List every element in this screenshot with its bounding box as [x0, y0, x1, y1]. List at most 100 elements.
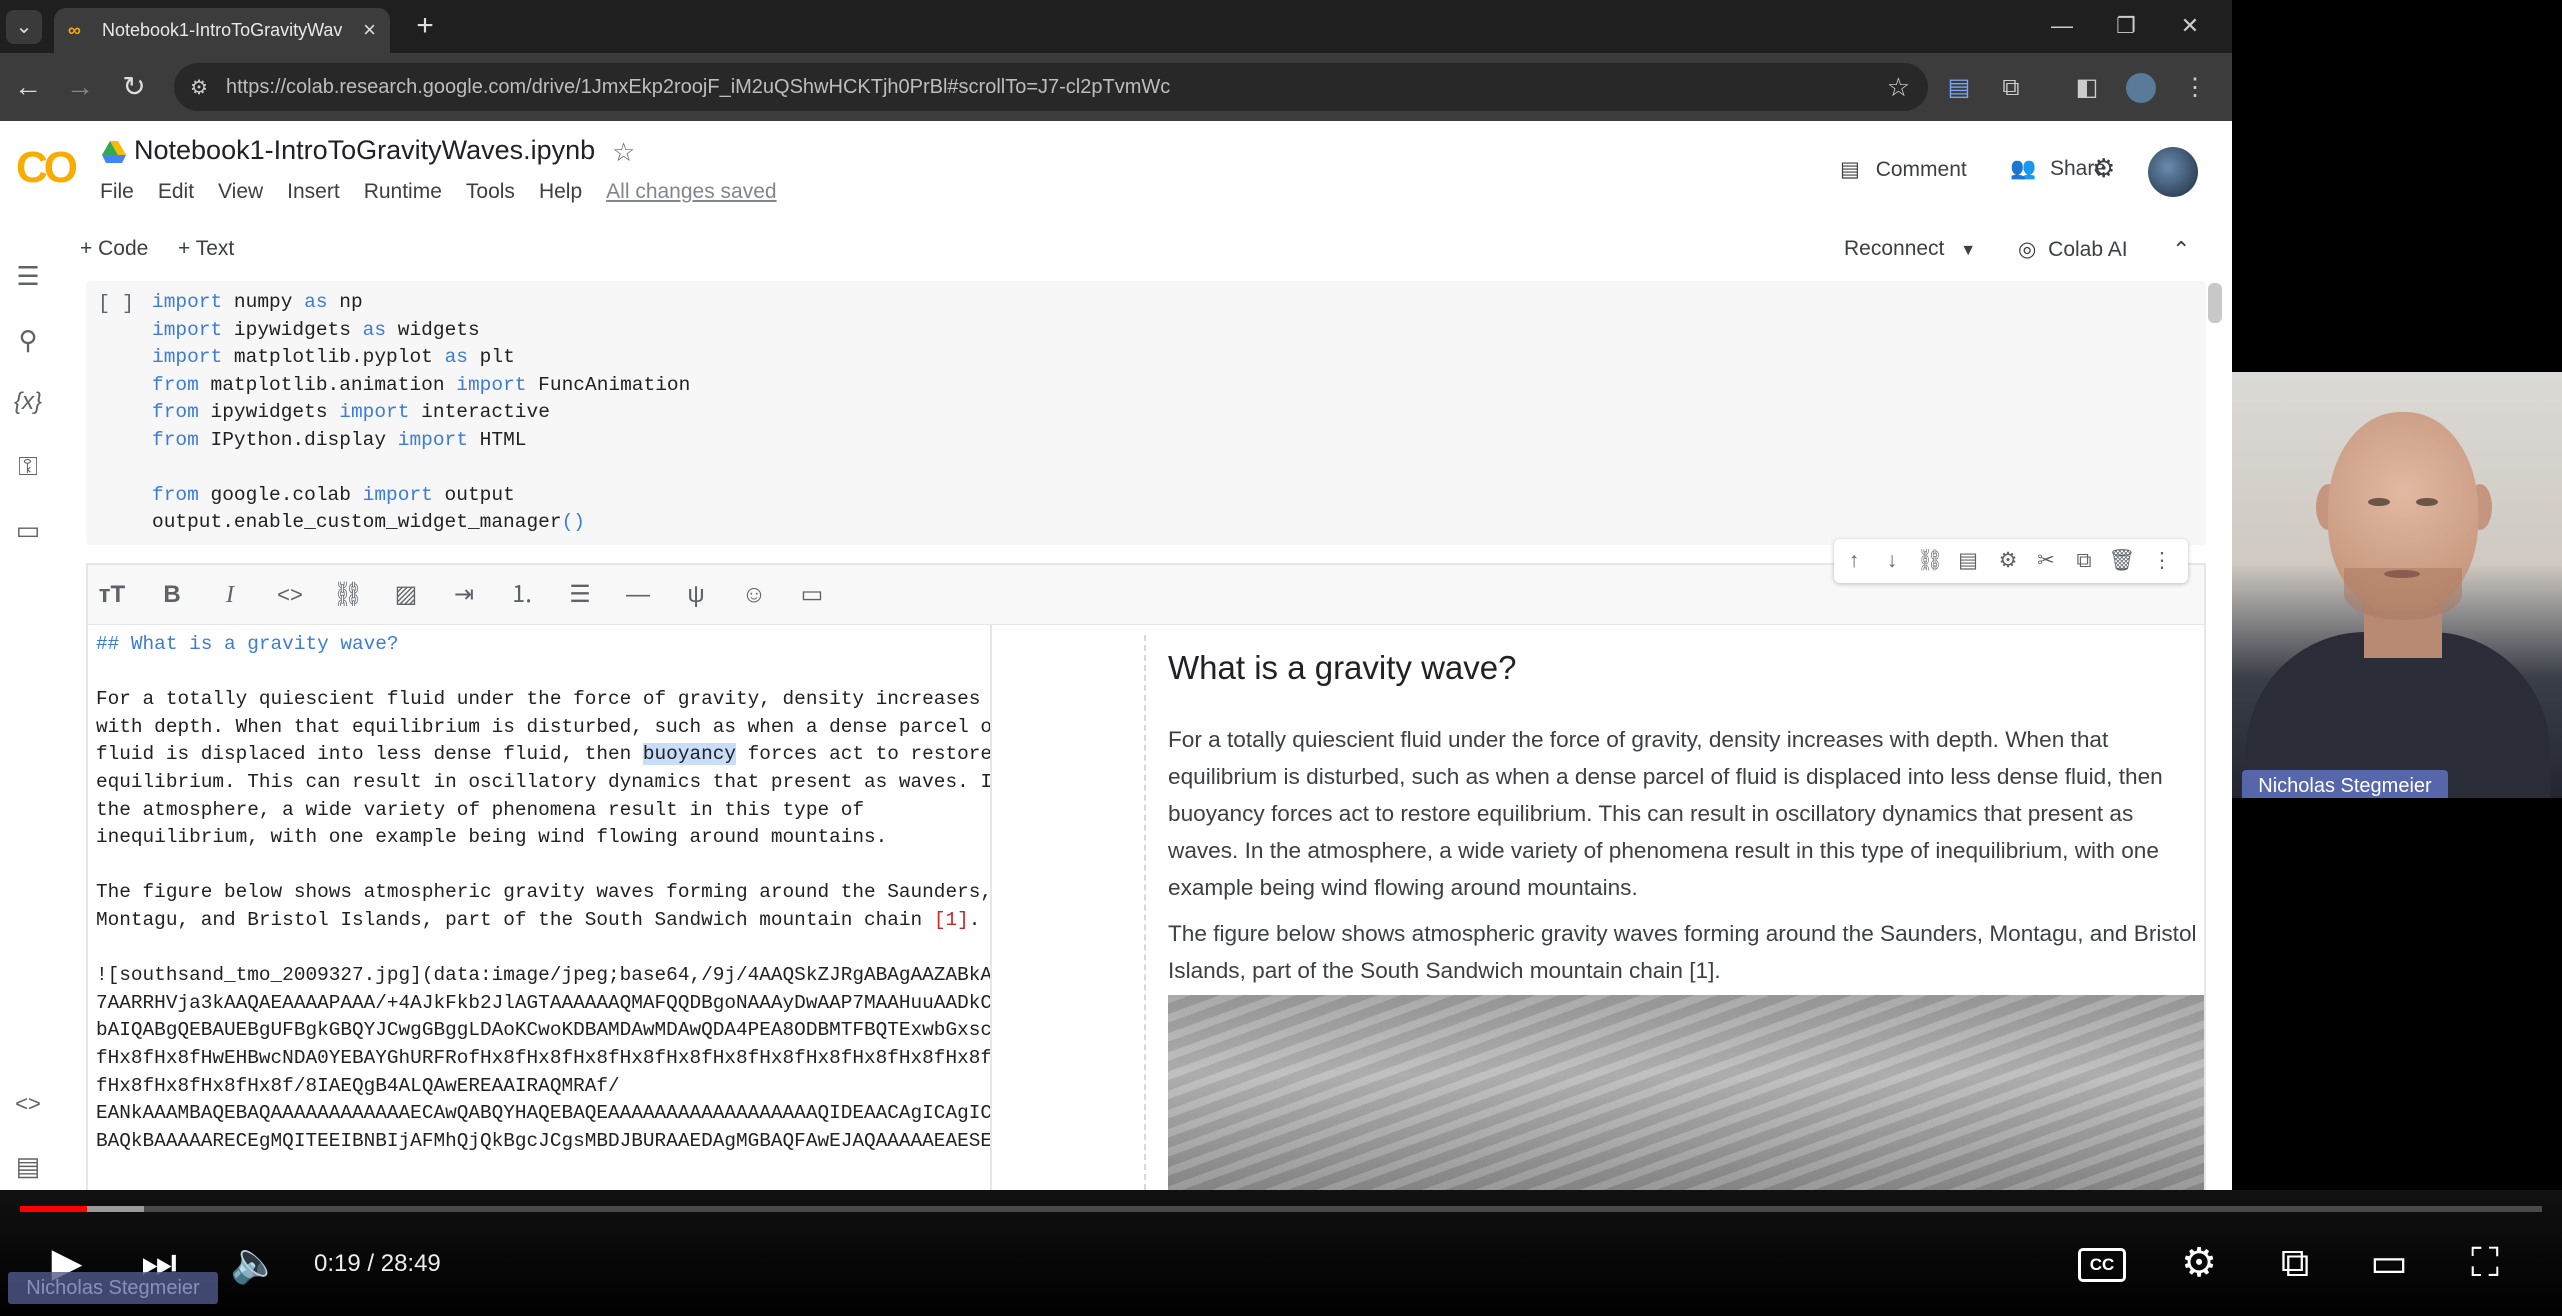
- split-divider[interactable]: [1144, 635, 1146, 1190]
- star-notebook-icon[interactable]: ☆: [612, 137, 635, 168]
- menu-view[interactable]: View: [218, 180, 263, 208]
- md-base64-line: fHx8fHx8fHx8fHx8f/8IAEQgB4ALQAwEREAAIRAQ…: [96, 1074, 620, 1097]
- tab-search-icon[interactable]: ⌄: [6, 10, 42, 44]
- bookmark-star-icon[interactable]: ☆: [1887, 72, 1910, 103]
- player-settings-icon[interactable]: ⚙: [2170, 1234, 2228, 1292]
- menu-tools[interactable]: Tools: [466, 180, 515, 208]
- link-to-cell-icon[interactable]: ⛓: [1916, 548, 1944, 574]
- code-editor[interactable]: import numpy as np import ipywidgets as w…: [152, 289, 690, 537]
- code-format-icon[interactable]: <>: [272, 579, 308, 611]
- code-text: ipywidgets: [198, 401, 340, 423]
- indent-icon[interactable]: ⇥: [446, 579, 482, 611]
- code-text: google.colab: [198, 483, 363, 506]
- markdown-source-text[interactable]: ## What is a gravity wave? For a totally…: [96, 631, 992, 1155]
- browser-tab[interactable]: ∞ Notebook1-IntroToGravityWav ×: [54, 8, 390, 53]
- code-keyword: import: [152, 318, 223, 341]
- reconnect-button[interactable]: Reconnect ▼: [1844, 237, 1976, 261]
- code-text: ipywidgets: [222, 318, 363, 341]
- insert-image-icon[interactable]: ▨: [388, 579, 424, 611]
- menu-runtime[interactable]: Runtime: [364, 180, 442, 208]
- closed-captions-icon[interactable]: CC: [2078, 1248, 2126, 1282]
- minimize-icon[interactable]: —: [2032, 6, 2092, 46]
- user-avatar[interactable]: [2148, 147, 2198, 197]
- move-down-icon[interactable]: ↓: [1878, 548, 1906, 574]
- menu-help[interactable]: Help: [539, 180, 582, 208]
- code-text: output.enable_custom_widget_manager: [152, 511, 562, 533]
- theater-mode-icon[interactable]: ▭: [2360, 1234, 2418, 1292]
- search-icon[interactable]: ⚲: [10, 323, 46, 357]
- webcam-overlay: Nicholas Stegmeier: [2232, 372, 2562, 798]
- cut-icon[interactable]: ✂: [2032, 548, 2060, 574]
- extensions-icon[interactable]: ⧉: [1994, 71, 2028, 105]
- menu-file[interactable]: File: [100, 180, 134, 208]
- run-cell-button[interactable]: [ ]: [98, 293, 134, 316]
- latex-psi-icon[interactable]: ψ: [678, 579, 714, 611]
- md-para1-line4: equilibrium. This can result in oscillat…: [96, 770, 992, 793]
- new-tab-icon[interactable]: +: [408, 8, 442, 44]
- variables-icon[interactable]: {x}: [10, 385, 46, 419]
- browser-menu-icon[interactable]: ⋮: [2178, 71, 2212, 105]
- collapse-header-icon[interactable]: ⌃: [2172, 237, 2190, 263]
- url-text: https://colab.research.google.com/drive/…: [226, 76, 1171, 98]
- markdown-editor[interactable]: ## What is a gravity wave? For a totally…: [88, 625, 992, 1190]
- restore-icon[interactable]: ❐: [2096, 6, 2156, 46]
- italic-icon[interactable]: I: [212, 579, 248, 611]
- move-up-icon[interactable]: ↑: [1840, 548, 1868, 574]
- close-tab-icon[interactable]: ×: [363, 17, 376, 43]
- add-comment-icon[interactable]: ▤: [1954, 548, 1982, 574]
- site-info-icon[interactable]: ⚙: [190, 75, 208, 100]
- table-of-contents-icon[interactable]: ☰: [10, 259, 46, 293]
- preview-toggle-icon[interactable]: ▭: [794, 579, 830, 611]
- scrollbar-thumb[interactable]: [2208, 283, 2222, 323]
- heading-icon[interactable]: тT: [94, 579, 130, 611]
- close-window-icon[interactable]: ✕: [2160, 6, 2220, 46]
- code-text: HTML: [467, 428, 527, 451]
- code-cell[interactable]: [ ] import numpy as np import ipywidgets …: [86, 281, 2206, 545]
- docs-extension-icon[interactable]: ▤: [1942, 71, 1976, 105]
- channel-watermark[interactable]: Nicholas Stegmeier: [8, 1272, 218, 1304]
- progress-bar[interactable]: [20, 1206, 2542, 1212]
- md-base64-line: ![southsand_tmo_2009327.jpg](data:image/…: [96, 964, 992, 987]
- numbered-list-icon[interactable]: ⒈: [504, 579, 540, 611]
- notebook-title[interactable]: Notebook1-IntroToGravityWaves.ipynb: [134, 135, 595, 166]
- menu-insert[interactable]: Insert: [287, 180, 340, 208]
- secrets-key-icon[interactable]: ⚿: [10, 449, 46, 483]
- bold-icon[interactable]: B: [154, 579, 190, 611]
- colab-ai-button[interactable]: ◎ Colab AI: [2018, 237, 2128, 262]
- profile-avatar-icon[interactable]: [2126, 73, 2156, 103]
- code-snippets-icon[interactable]: <>: [10, 1087, 46, 1121]
- colab-logo[interactable]: CO: [16, 143, 78, 193]
- md-para1-line5: the atmosphere, a wide variety of phenom…: [96, 798, 864, 821]
- add-code-button[interactable]: + Code: [80, 237, 148, 261]
- cell-settings-icon[interactable]: ⚙: [1994, 548, 2022, 574]
- command-palette-icon[interactable]: ▤: [10, 1149, 46, 1183]
- link-icon[interactable]: ⛓: [330, 579, 366, 611]
- url-field[interactable]: ⚙ https://colab.research.google.com/driv…: [174, 63, 1928, 111]
- miniplayer-icon[interactable]: ⧉: [2266, 1234, 2324, 1292]
- back-icon[interactable]: ←: [10, 69, 46, 105]
- settings-gear-icon[interactable]: ⚙: [2092, 153, 2115, 184]
- emoji-icon[interactable]: ☺: [736, 579, 772, 611]
- volume-icon[interactable]: 🔈: [226, 1234, 284, 1292]
- text-cell[interactable]: тT B I <> ⛓ ▨ ⇥ ⒈ ☰ — ψ ☺ ▭ ## What is a…: [86, 563, 2206, 1190]
- selected-text: buoyancy: [642, 743, 736, 766]
- files-folder-icon[interactable]: ▭: [10, 513, 46, 547]
- add-text-button[interactable]: + Text: [178, 237, 234, 261]
- side-panel-icon[interactable]: ◧: [2070, 71, 2104, 105]
- menu-edit[interactable]: Edit: [158, 180, 194, 208]
- google-drive-icon: [102, 141, 126, 163]
- fullscreen-icon[interactable]: ⛶: [2456, 1234, 2514, 1292]
- code-keyword: as: [362, 318, 387, 341]
- save-status[interactable]: All changes saved: [606, 180, 776, 208]
- horizontal-rule-icon[interactable]: —: [620, 579, 656, 611]
- delete-icon[interactable]: 🗑: [2108, 548, 2136, 574]
- more-actions-icon[interactable]: ⋮: [2148, 548, 2176, 574]
- code-text: matplotlib.pyplot: [222, 346, 445, 368]
- bulleted-list-icon[interactable]: ☰: [562, 579, 598, 611]
- code-keyword: from: [152, 483, 199, 506]
- comment-button[interactable]: ▤ Comment: [1840, 157, 1967, 182]
- forward-icon[interactable]: →: [62, 69, 98, 105]
- code-keyword: as: [304, 291, 328, 313]
- reload-icon[interactable]: ↻: [116, 69, 152, 105]
- copy-icon[interactable]: ⧉: [2070, 548, 2098, 574]
